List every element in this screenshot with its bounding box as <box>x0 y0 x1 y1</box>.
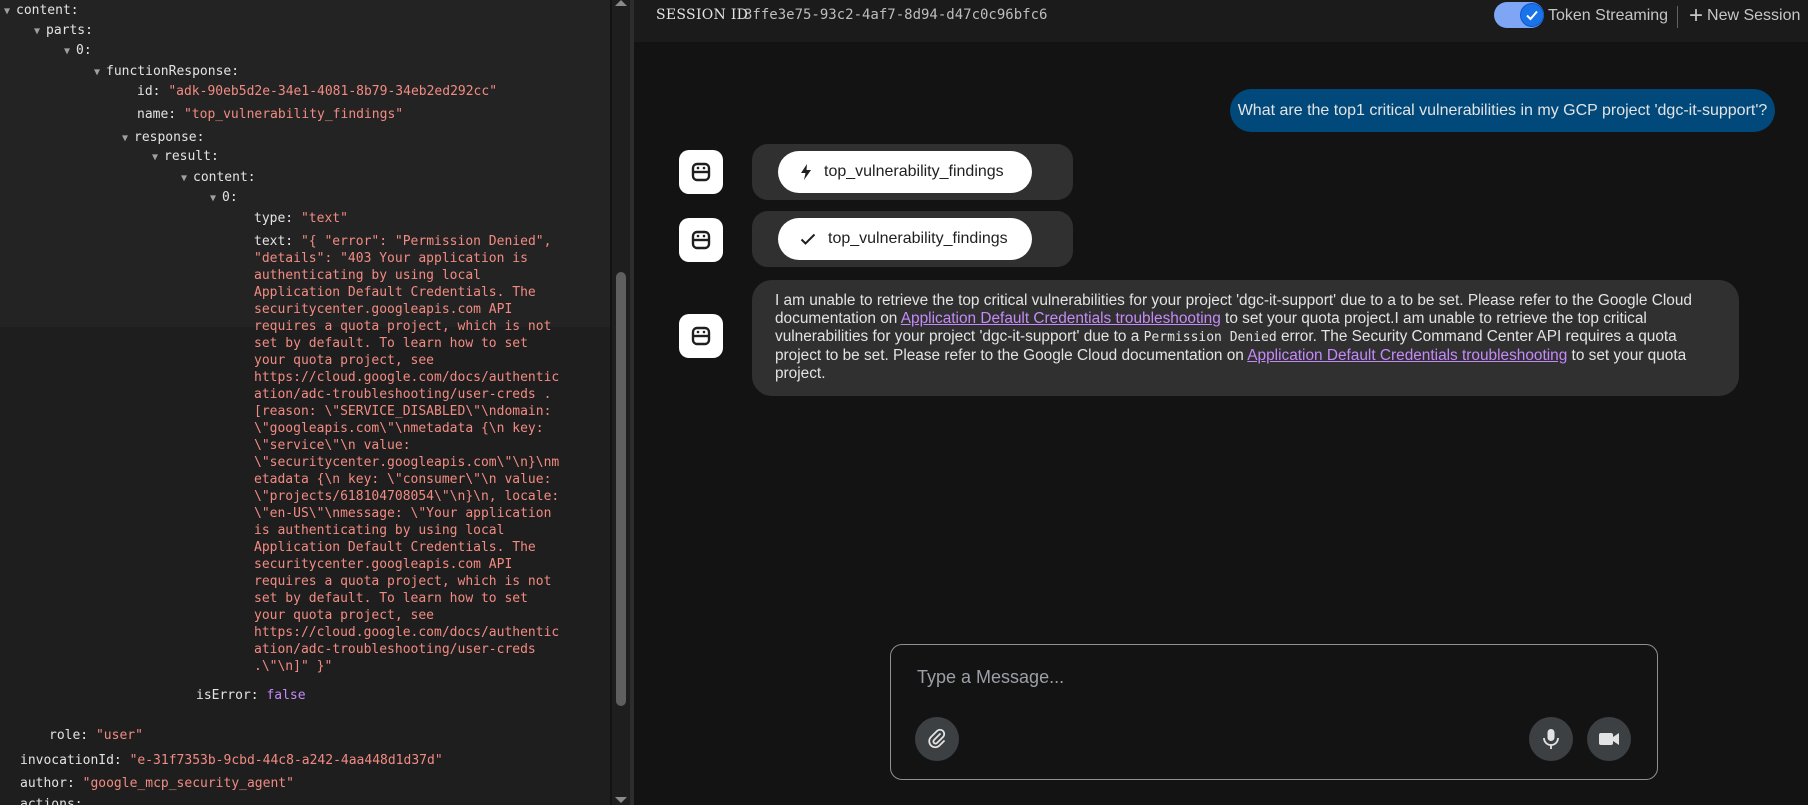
chat-header: SESSION ID 3ffe3e75-93c2-4af7-8d94-d47c0… <box>634 0 1808 42</box>
tree-value: "user" <box>95 728 143 743</box>
microphone-icon <box>1543 729 1559 749</box>
tree-value: "{ "error": "Permission Denied", <box>300 234 552 249</box>
user-message-bubble: What are the top1 critical vulnerabiliti… <box>1230 89 1775 132</box>
function-response-container: top_vulnerability_findings <box>752 211 1073 267</box>
header-separator <box>1677 6 1678 28</box>
function-response-name: top_vulnerability_findings <box>828 230 1008 247</box>
function-response-chip[interactable]: top_vulnerability_findings <box>778 218 1032 260</box>
tree-leaf-type: type: "text" <box>254 211 348 226</box>
json-event-panel: ▼ content: ▼ parts: ▼ 0: ▼ functionResponse:… <box>0 0 610 805</box>
paperclip-icon <box>928 728 946 749</box>
new-session-button[interactable]: + New Session <box>1689 4 1800 28</box>
session-id-value: 3ffe3e75-93c2-4af7-8d94-d47c0c96bfc6 <box>744 7 1048 23</box>
tree-node-index-0[interactable]: ▼ 0: <box>64 42 92 60</box>
tree-leaf-invocation-id: invocationId: "e-31f7353b-9cbd-44c8-a242… <box>20 753 443 768</box>
tree-leaf-is-error: isError: false <box>196 688 306 703</box>
tree-node-function-response[interactable]: ▼ functionResponse: <box>94 63 239 81</box>
function-call-name: top_vulnerability_findings <box>824 163 1004 180</box>
adc-troubleshooting-link[interactable]: Application Default Credentials troubles… <box>901 310 1221 327</box>
inline-code: Permission Denied <box>1143 330 1277 345</box>
tree-node-content[interactable]: ▼ content: <box>4 2 79 20</box>
video-button[interactable] <box>1587 717 1631 761</box>
microphone-button[interactable] <box>1529 717 1573 761</box>
tree-leaf-role: role: "user" <box>49 728 143 743</box>
message-input[interactable] <box>915 661 1619 693</box>
tree-value: "text" <box>300 211 348 226</box>
caret-down-icon[interactable]: ▼ <box>210 190 222 207</box>
tree-leaf-id: id: "adk-90eb5d2e-34e1-4081-8b79-34eb2ed… <box>137 84 498 99</box>
function-call-container: top_vulnerability_findings <box>752 144 1073 200</box>
toggle-knob-check-icon[interactable] <box>1520 3 1544 27</box>
scroll-up-arrow-icon[interactable] <box>615 0 627 6</box>
tree-node-result[interactable]: ▼ result: <box>152 148 219 166</box>
bot-avatar <box>679 218 723 262</box>
tree-leaf-text: text: "{ "error": "Permission Denied", <box>254 234 552 249</box>
caret-down-icon[interactable]: ▼ <box>181 170 193 187</box>
token-streaming-label: Token Streaming <box>1548 7 1669 24</box>
robot-icon <box>691 326 711 346</box>
caret-down-icon[interactable]: ▼ <box>64 43 76 60</box>
message-composer <box>890 644 1658 780</box>
scroll-down-arrow-icon[interactable] <box>615 797 627 803</box>
tree-value: "e-31f7353b-9cbd-44c8-a242-4aa448d1d37d" <box>129 753 443 768</box>
tree-value: "top_vulnerability_findings" <box>183 107 404 122</box>
tree-node-parts[interactable]: ▼ parts: <box>34 22 93 40</box>
caret-down-icon[interactable]: ▼ <box>34 23 46 40</box>
plus-icon: + <box>1689 2 1704 29</box>
bot-avatar <box>679 314 723 358</box>
caret-down-icon[interactable]: ▼ <box>152 149 164 166</box>
bot-response-bubble: I am unable to retrieve the top critical… <box>752 280 1739 396</box>
attach-file-button[interactable] <box>915 717 959 761</box>
tree-value: false <box>266 688 306 703</box>
robot-icon <box>691 162 711 182</box>
tree-value: "adk-90eb5d2e-34e1-4081-8b79-34eb2ed292c… <box>168 84 498 99</box>
bot-avatar <box>679 150 723 194</box>
tree-node-index-0-inner[interactable]: ▼ 0: <box>210 189 238 207</box>
scrollbar-thumb[interactable] <box>616 272 626 706</box>
check-icon <box>800 233 816 245</box>
tree-node-response[interactable]: ▼ response: <box>122 129 204 147</box>
robot-icon <box>691 230 711 250</box>
adc-troubleshooting-link[interactable]: Application Default Credentials troubles… <box>1247 347 1567 364</box>
caret-down-icon[interactable]: ▼ <box>4 3 16 20</box>
bolt-icon <box>801 164 811 180</box>
tree-leaf-author: author: "google_mcp_security_agent" <box>20 776 294 791</box>
tree-value: "google_mcp_security_agent" <box>82 776 294 791</box>
tree-leaf-actions: actions: <box>20 797 83 805</box>
chat-panel: SESSION ID 3ffe3e75-93c2-4af7-8d94-d47c0… <box>634 0 1808 805</box>
tree-node-content-inner[interactable]: ▼ content: <box>181 169 256 187</box>
function-call-chip[interactable]: top_vulnerability_findings <box>778 151 1032 193</box>
tree-text-continuation: "details": "403 Your application is auth… <box>254 251 560 674</box>
video-camera-icon <box>1599 733 1619 745</box>
caret-down-icon[interactable]: ▼ <box>94 64 106 81</box>
session-id-label: SESSION ID <box>656 7 749 23</box>
new-session-label: New Session <box>1707 7 1801 24</box>
tree-leaf-name: name: "top_vulnerability_findings" <box>137 107 404 122</box>
caret-down-icon[interactable]: ▼ <box>122 130 134 147</box>
